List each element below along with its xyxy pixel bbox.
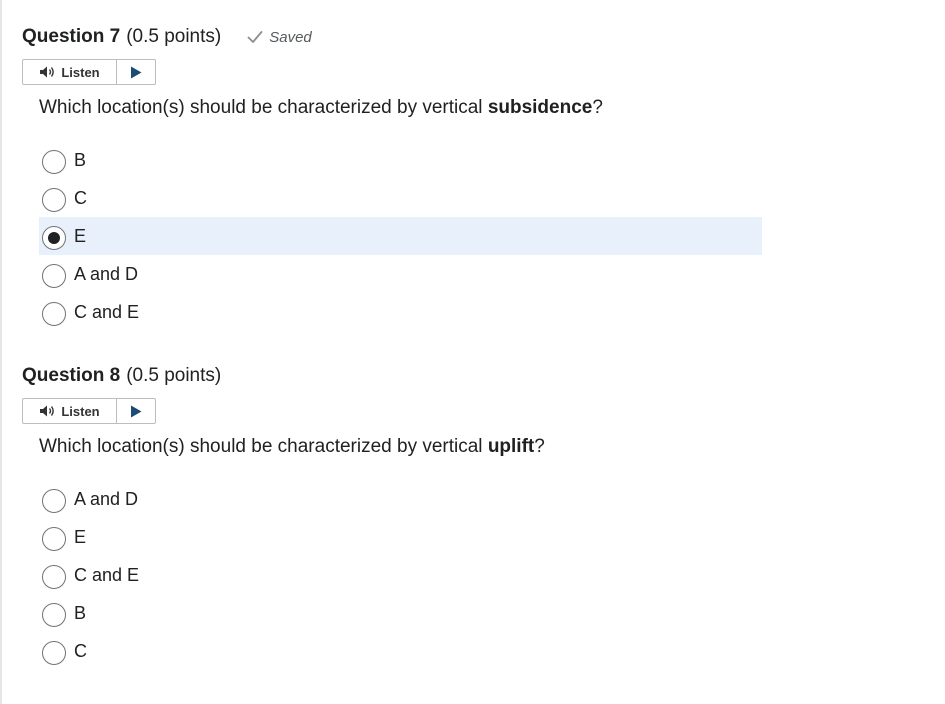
answer-option[interactable]: B — [39, 594, 762, 632]
saved-label: Saved — [269, 28, 312, 46]
answer-label: B — [74, 150, 87, 170]
prompt-end: ? — [592, 97, 603, 118]
answer-option[interactable]: C — [39, 179, 762, 217]
radio-button[interactable] — [42, 527, 66, 551]
answer-label: B — [74, 603, 87, 623]
radio-button[interactable] — [42, 489, 66, 513]
question-header: Question 7 (0.5 points) Saved — [22, 24, 782, 50]
listen-label: Listen — [61, 64, 100, 80]
answer-label: A and D — [74, 489, 139, 509]
answer-option[interactable]: A and D — [39, 255, 762, 293]
answer-option[interactable]: B — [39, 141, 762, 179]
answer-label: C and E — [74, 565, 140, 585]
question-7: Question 7 (0.5 points) Saved Listen Whi… — [22, 24, 782, 331]
checkmark-icon — [247, 31, 263, 43]
radio-button[interactable] — [42, 264, 66, 288]
listen-button[interactable]: Listen — [23, 399, 117, 423]
answer-option[interactable]: C and E — [39, 556, 762, 594]
question-prompt: Which location(s) should be characterize… — [39, 97, 782, 119]
question-points: (0.5 points) — [126, 26, 222, 47]
radio-button[interactable] — [42, 565, 66, 589]
radio-button[interactable] — [42, 641, 66, 665]
speaker-icon — [40, 405, 55, 417]
speaker-icon — [40, 66, 55, 78]
radio-button-checked[interactable] — [42, 226, 66, 250]
saved-status: Saved — [247, 29, 312, 46]
listen-control: Listen — [22, 59, 156, 85]
answer-label: C and E — [74, 302, 140, 322]
answer-options: A and D E C and E B C — [39, 480, 762, 670]
question-header: Question 8 (0.5 points) — [22, 363, 782, 389]
answer-label: C — [74, 188, 87, 208]
question-title: Question 8 — [22, 365, 121, 386]
radio-button[interactable] — [42, 188, 66, 212]
answer-options: B C E A and D C and E — [39, 141, 762, 331]
listen-label: Listen — [61, 403, 100, 419]
play-icon — [131, 405, 142, 417]
question-8: Question 8 (0.5 points) Listen Which loc… — [22, 363, 782, 670]
answer-option[interactable]: C and E — [39, 293, 762, 331]
radio-dot — [48, 232, 60, 244]
prompt-text: Which location(s) should be characterize… — [39, 436, 488, 457]
play-button[interactable] — [117, 60, 155, 84]
question-title: Question 7 — [22, 26, 121, 47]
play-button[interactable] — [117, 399, 155, 423]
prompt-keyword: subsidence — [487, 97, 593, 118]
radio-button[interactable] — [42, 603, 66, 627]
answer-option[interactable]: E — [39, 518, 762, 556]
answer-option[interactable]: A and D — [39, 480, 762, 518]
answer-label: A and D — [74, 264, 139, 284]
question-prompt: Which location(s) should be characterize… — [39, 436, 782, 458]
answer-label: E — [74, 226, 87, 246]
answer-option[interactable]: C — [39, 632, 762, 670]
radio-button[interactable] — [42, 302, 66, 326]
prompt-keyword: uplift — [487, 436, 535, 457]
listen-button[interactable]: Listen — [23, 60, 117, 84]
radio-button[interactable] — [42, 150, 66, 174]
answer-label: C — [74, 641, 87, 661]
prompt-text: Which location(s) should be characterize… — [39, 97, 488, 118]
prompt-end: ? — [534, 436, 545, 457]
play-icon — [131, 66, 142, 78]
question-points: (0.5 points) — [126, 365, 222, 386]
answer-option-selected[interactable]: E — [39, 217, 762, 255]
listen-control: Listen — [22, 398, 156, 424]
answer-label: E — [74, 527, 87, 547]
content-left-border — [0, 0, 2, 704]
